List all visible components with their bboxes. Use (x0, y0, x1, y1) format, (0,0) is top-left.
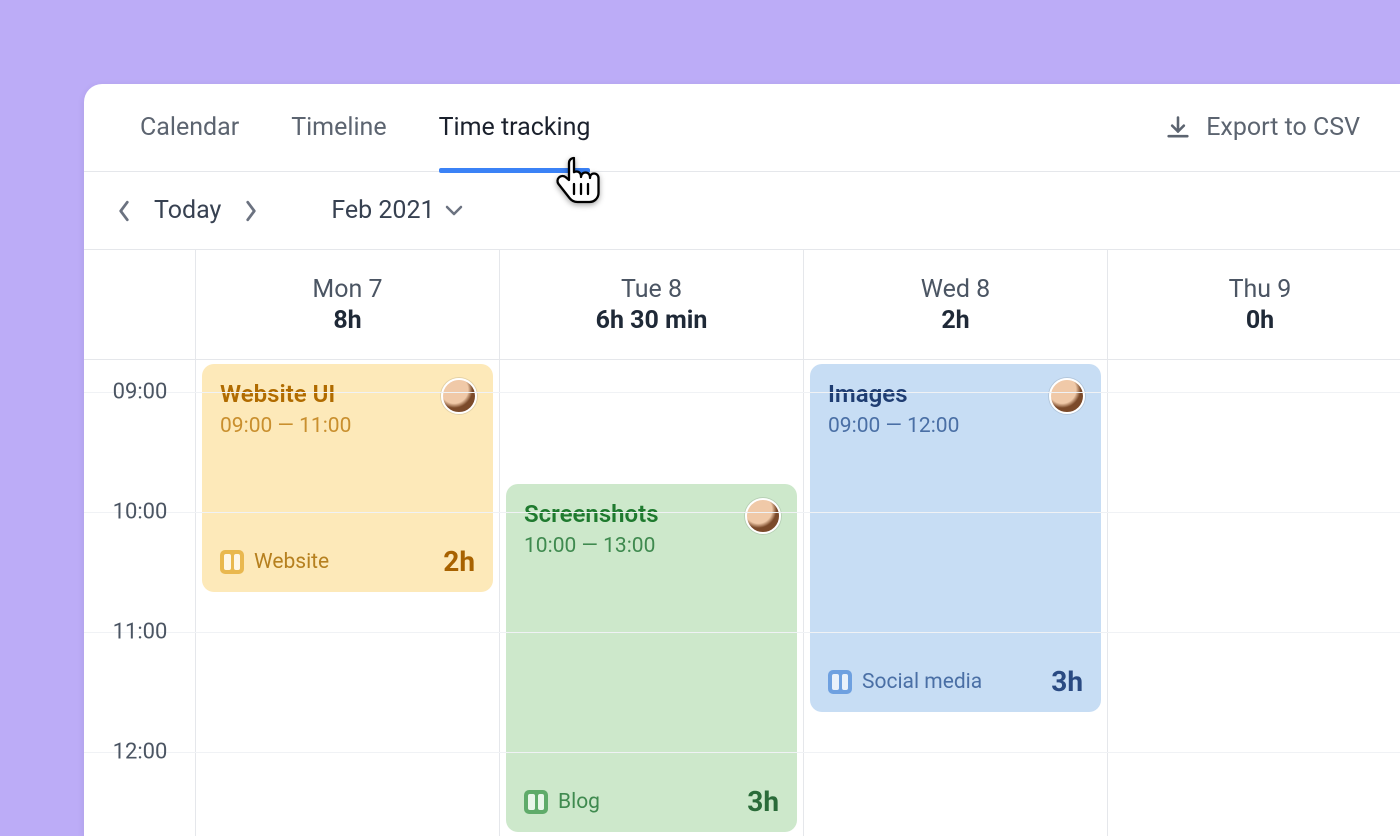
tab-time-tracking[interactable]: Time tracking (413, 84, 617, 172)
next-period-button[interactable] (235, 195, 267, 227)
export-label: Export to CSV (1206, 113, 1360, 142)
day-total: 6h 30 min (596, 306, 708, 335)
hour-label: 09:00 (84, 380, 196, 405)
day-total: 8h (333, 306, 361, 335)
chevron-left-icon (117, 200, 131, 222)
day-label: Tue 8 (621, 275, 682, 304)
hour-label: 12:00 (84, 740, 196, 765)
export-csv-button[interactable]: Export to CSV (1154, 113, 1370, 142)
today-button[interactable]: Today (146, 196, 229, 225)
tab-calendar[interactable]: Calendar (114, 84, 265, 172)
day-header: Mon 78h (196, 250, 499, 360)
day-label: Mon 7 (312, 275, 382, 304)
chevron-right-icon (244, 200, 258, 222)
hour-line (84, 752, 1400, 753)
hour-line (84, 512, 1400, 513)
day-header: Thu 90h (1108, 250, 1400, 360)
day-total: 0h (1246, 306, 1274, 335)
view-tabs: Calendar Timeline Time tracking Export t… (84, 84, 1400, 172)
day-total: 2h (941, 306, 969, 335)
download-icon (1164, 114, 1192, 142)
month-label: Feb 2021 (331, 196, 434, 225)
prev-period-button[interactable] (108, 195, 140, 227)
day-header: Tue 86h 30 min (500, 250, 803, 360)
month-picker[interactable]: Feb 2021 (331, 196, 462, 225)
hour-lines: 09:00 10:00 11:00 12:00 (84, 360, 1400, 836)
calendar-grid: Mon 78hWebsite UI09:00 — 11:00Website2hT… (84, 250, 1400, 836)
tab-timeline[interactable]: Timeline (265, 84, 412, 172)
day-label: Wed 8 (921, 275, 990, 304)
day-header: Wed 82h (804, 250, 1107, 360)
hour-label: 11:00 (84, 620, 196, 645)
date-toolbar: Today Feb 2021 (84, 172, 1400, 250)
chevron-down-icon (445, 204, 463, 218)
hour-label: 10:00 (84, 500, 196, 525)
hour-line (84, 392, 1400, 393)
day-label: Thu 9 (1229, 275, 1292, 304)
hour-line (84, 632, 1400, 633)
